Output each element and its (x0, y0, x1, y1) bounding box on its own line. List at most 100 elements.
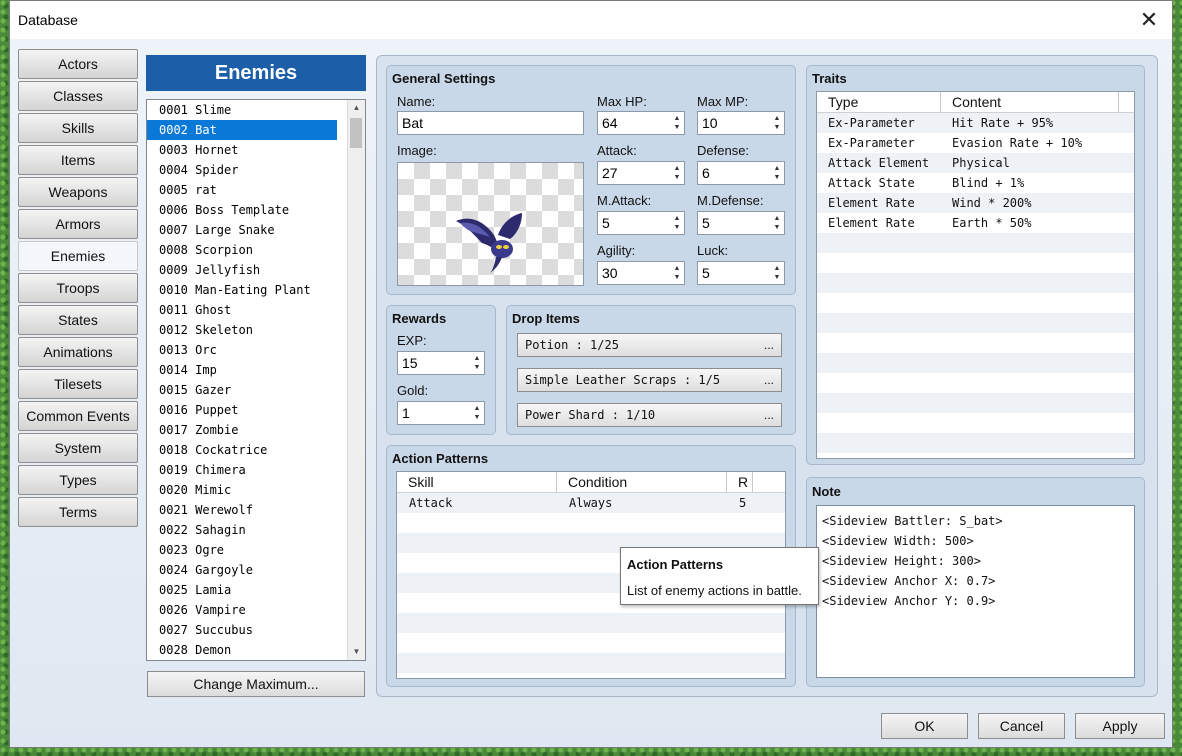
table-row[interactable]: Ex-Parameter Evasion Rate + 10% (817, 133, 1134, 153)
table-row[interactable]: Attack State Blind + 1% (817, 173, 1134, 193)
list-item[interactable]: 0008 Scorpion (147, 240, 337, 260)
list-item[interactable]: 0007 Large Snake (147, 220, 337, 240)
spinner-icon[interactable]: ▲ ▼ (772, 114, 782, 132)
gold-spinner[interactable]: 1 ▲ ▼ (397, 401, 485, 425)
tab-classes[interactable]: Classes (18, 81, 138, 111)
list-item[interactable]: 0021 Werewolf (147, 500, 337, 520)
table-row[interactable] (397, 633, 785, 653)
defense-spinner[interactable]: 6 ▲ ▼ (697, 161, 785, 185)
scroll-thumb[interactable] (350, 118, 362, 148)
column-header[interactable]: Content (941, 92, 1119, 112)
list-item[interactable]: 0003 Hornet (147, 140, 337, 160)
spinner-icon[interactable]: ▲ ▼ (672, 114, 682, 132)
mdefense-spinner[interactable]: 5 ▲ ▼ (697, 211, 785, 235)
tab-common-events[interactable]: Common Events (18, 401, 138, 431)
list-item[interactable]: 0001 Slime (147, 100, 337, 120)
close-icon[interactable]: ✕ (1132, 4, 1166, 36)
list-item[interactable]: 0015 Gazer (147, 380, 337, 400)
tab-skills[interactable]: Skills (18, 113, 138, 143)
list-item[interactable]: 0028 Demon (147, 640, 337, 660)
tab-troops[interactable]: Troops (18, 273, 138, 303)
table-row[interactable]: Element Rate Earth * 50% (817, 213, 1134, 233)
column-header[interactable]: Type (817, 92, 941, 112)
tab-states[interactable]: States (18, 305, 138, 335)
drop-item-3-button[interactable]: Power Shard : 1/10 ... (517, 403, 782, 427)
list-scrollbar[interactable]: ▲ ▼ (347, 100, 365, 660)
list-item[interactable]: 0014 Imp (147, 360, 337, 380)
list-item[interactable]: 0026 Vampire (147, 600, 337, 620)
ok-button[interactable]: OK (881, 713, 968, 739)
tab-actors[interactable]: Actors (18, 49, 138, 79)
tab-animations[interactable]: Animations (18, 337, 138, 367)
table-row[interactable] (817, 433, 1134, 453)
spinner-icon[interactable]: ▲ ▼ (772, 264, 782, 282)
table-row[interactable] (397, 613, 785, 633)
table-row[interactable] (817, 333, 1134, 353)
table-row[interactable] (817, 313, 1134, 333)
list-item[interactable]: 0024 Gargoyle (147, 560, 337, 580)
table-row[interactable] (397, 653, 785, 673)
table-row[interactable] (817, 413, 1134, 433)
list-item[interactable]: 0020 Mimic (147, 480, 337, 500)
list-item[interactable]: 0016 Puppet (147, 400, 337, 420)
column-header[interactable]: R (727, 472, 753, 492)
luck-spinner[interactable]: 5 ▲ ▼ (697, 261, 785, 285)
tab-armors[interactable]: Armors (18, 209, 138, 239)
list-item[interactable]: 0009 Jellyfish (147, 260, 337, 280)
spinner-icon[interactable]: ▲ ▼ (472, 354, 482, 372)
table-row[interactable]: Attack Always 5 (397, 493, 785, 513)
list-item[interactable]: 0002 Bat (147, 120, 337, 140)
name-field[interactable]: Bat (397, 111, 584, 135)
table-row[interactable]: Element Rate Wind * 200% (817, 193, 1134, 213)
attack-spinner[interactable]: 27 ▲ ▼ (597, 161, 685, 185)
tab-system[interactable]: System (18, 433, 138, 463)
mattack-spinner[interactable]: 5 ▲ ▼ (597, 211, 685, 235)
tab-items[interactable]: Items (18, 145, 138, 175)
list-item[interactable]: 0027 Succubus (147, 620, 337, 640)
scroll-down-icon[interactable]: ▼ (348, 644, 365, 660)
list-item[interactable]: 0025 Lamia (147, 580, 337, 600)
tab-terms[interactable]: Terms (18, 497, 138, 527)
drop-item-1-button[interactable]: Potion : 1/25 ... (517, 333, 782, 357)
enemy-list[interactable]: 0001 Slime 0002 Bat 0003 Hornet 0004 Spider… (146, 99, 366, 661)
table-row[interactable] (817, 273, 1134, 293)
spinner-icon[interactable]: ▲ ▼ (672, 164, 682, 182)
list-item[interactable]: 0018 Cockatrice (147, 440, 337, 460)
list-item[interactable]: 0023 Ogre (147, 540, 337, 560)
table-row[interactable]: Ex-Parameter Hit Rate + 95% (817, 113, 1134, 133)
spinner-icon[interactable]: ▲ ▼ (472, 404, 482, 422)
column-header[interactable]: Skill (397, 472, 557, 492)
list-item[interactable]: 0011 Ghost (147, 300, 337, 320)
spinner-icon[interactable]: ▲ ▼ (772, 164, 782, 182)
exp-spinner[interactable]: 15 ▲ ▼ (397, 351, 485, 375)
drop-item-2-button[interactable]: Simple Leather Scraps : 1/5 ... (517, 368, 782, 392)
list-item[interactable]: 0005 rat (147, 180, 337, 200)
list-item[interactable]: 0017 Zombie (147, 420, 337, 440)
spinner-icon[interactable]: ▲ ▼ (672, 214, 682, 232)
column-header[interactable]: Condition (557, 472, 727, 492)
tab-tilesets[interactable]: Tilesets (18, 369, 138, 399)
note-textarea[interactable]: <Sideview Battler: S_bat> <Sideview Widt… (816, 505, 1135, 678)
enemy-image[interactable] (397, 162, 584, 286)
cancel-button[interactable]: Cancel (978, 713, 1065, 739)
table-row[interactable] (817, 233, 1134, 253)
agility-spinner[interactable]: 30 ▲ ▼ (597, 261, 685, 285)
maxhp-spinner[interactable]: 64 ▲ ▼ (597, 111, 685, 135)
table-row[interactable] (817, 373, 1134, 393)
table-row[interactable] (817, 353, 1134, 373)
spinner-icon[interactable]: ▲ ▼ (672, 264, 682, 282)
list-item[interactable]: 0019 Chimera (147, 460, 337, 480)
tab-enemies[interactable]: Enemies (18, 241, 138, 271)
list-item[interactable]: 0006 Boss Template (147, 200, 337, 220)
tab-weapons[interactable]: Weapons (18, 177, 138, 207)
spinner-icon[interactable]: ▲ ▼ (772, 214, 782, 232)
list-item[interactable]: 0012 Skeleton (147, 320, 337, 340)
table-row[interactable] (817, 293, 1134, 313)
tab-types[interactable]: Types (18, 465, 138, 495)
list-item[interactable]: 0013 Orc (147, 340, 337, 360)
list-item[interactable]: 0022 Sahagin (147, 520, 337, 540)
apply-button[interactable]: Apply (1075, 713, 1165, 739)
table-row[interactable] (817, 253, 1134, 273)
traits-table[interactable]: Type Content Ex-Parameter Hit Rate + 95% E… (816, 91, 1135, 459)
change-maximum-button[interactable]: Change Maximum... (147, 671, 365, 697)
